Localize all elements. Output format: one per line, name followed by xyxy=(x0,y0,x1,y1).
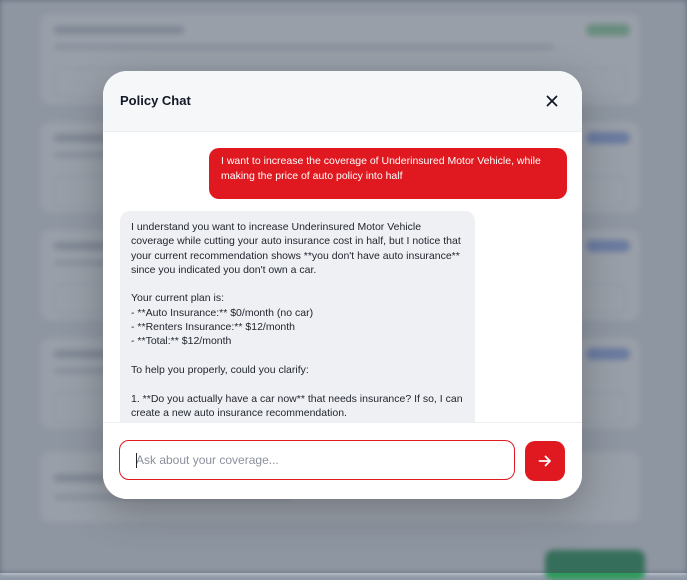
arrow-right-icon xyxy=(538,455,551,467)
close-icon xyxy=(546,95,558,107)
user-message: I want to increase the coverage of Under… xyxy=(209,148,567,199)
modal-header: Policy Chat xyxy=(103,71,582,132)
policy-chat-modal: Policy Chat I want to increase the cover… xyxy=(103,71,582,499)
chat-messages[interactable]: I want to increase the coverage of Under… xyxy=(103,132,582,422)
send-button[interactable] xyxy=(525,441,565,481)
assistant-message: I understand you want to increase Underi… xyxy=(120,211,475,422)
text-caret xyxy=(136,453,137,468)
close-button[interactable] xyxy=(541,90,563,112)
chat-input-bar xyxy=(103,422,582,499)
chat-input[interactable] xyxy=(119,440,515,480)
modal-title: Policy Chat xyxy=(120,93,191,108)
